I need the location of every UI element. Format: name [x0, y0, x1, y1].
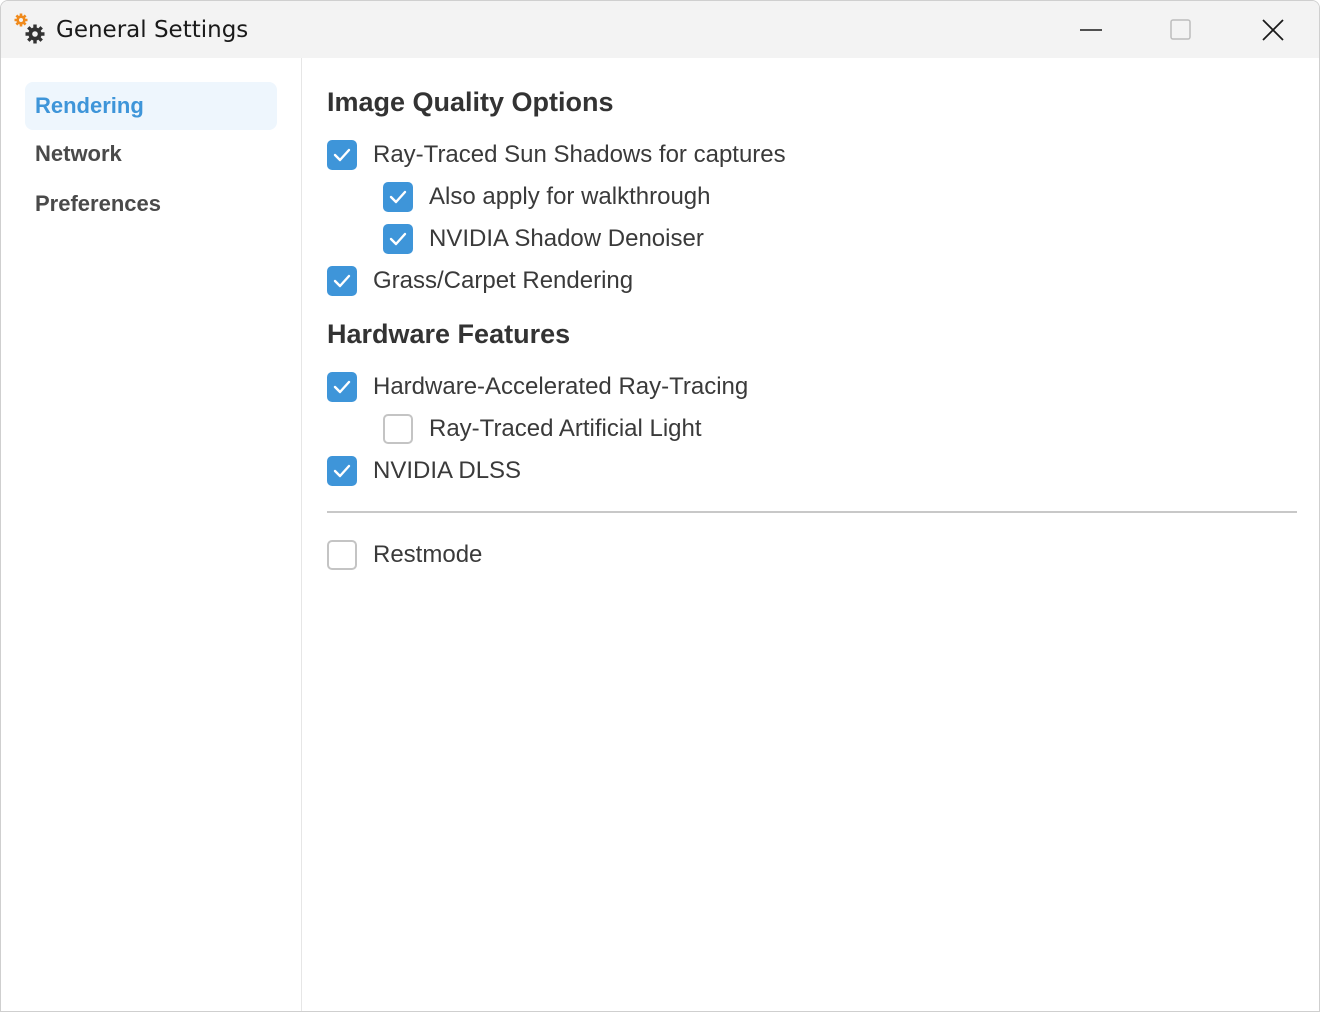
gears-icon: [13, 13, 47, 45]
minimize-button[interactable]: [1045, 1, 1137, 58]
checkbox[interactable]: [327, 456, 357, 486]
option-hardware-ray-tracing[interactable]: Hardware-Accelerated Ray-Tracing: [327, 372, 827, 404]
option-label: Restmode: [373, 541, 483, 568]
option-ray-traced-artificial-light[interactable]: Ray-Traced Artificial Light: [383, 414, 783, 446]
checkmark-icon: [333, 380, 351, 394]
option-label: NVIDIA DLSS: [373, 457, 522, 484]
option-also-apply-walkthrough[interactable]: Also apply for walkthrough: [383, 182, 783, 214]
checkmark-icon: [389, 190, 407, 204]
option-label: Ray-Traced Artificial Light: [429, 415, 702, 442]
option-label: NVIDIA Shadow Denoiser: [429, 225, 704, 252]
checkbox[interactable]: [327, 540, 357, 570]
checkmark-icon: [389, 232, 407, 246]
checkbox[interactable]: [327, 372, 357, 402]
checkbox[interactable]: [383, 182, 413, 212]
option-nvidia-shadow-denoiser[interactable]: NVIDIA Shadow Denoiser: [383, 224, 783, 256]
option-label: Grass/Carpet Rendering: [373, 267, 634, 294]
option-label: Hardware-Accelerated Ray-Tracing: [373, 373, 749, 400]
checkmark-icon: [333, 148, 351, 162]
checkmark-icon: [333, 464, 351, 478]
section-title-image-quality: Image Quality Options: [327, 87, 614, 117]
option-grass-carpet-rendering[interactable]: Grass/Carpet Rendering: [327, 266, 727, 298]
title-bar[interactable]: General Settings: [1, 1, 1319, 58]
option-ray-traced-sun-shadows[interactable]: Ray-Traced Sun Shadows for captures: [327, 140, 827, 172]
close-button[interactable]: [1227, 1, 1319, 58]
checkbox[interactable]: [327, 140, 357, 170]
sidebar-nav: Rendering Network Preferences: [1, 58, 302, 1011]
checkbox[interactable]: [327, 266, 357, 296]
divider: [327, 511, 1297, 513]
option-restmode[interactable]: Restmode: [327, 540, 627, 572]
option-nvidia-dlss[interactable]: NVIDIA DLSS: [327, 456, 627, 488]
settings-content: Image Quality Options Ray-Traced Sun Sha…: [303, 58, 1319, 1011]
sidebar-item-preferences[interactable]: Preferences: [25, 180, 277, 228]
option-label: Also apply for walkthrough: [429, 183, 711, 210]
settings-window: General Settings Rendering Network Prefe…: [0, 0, 1320, 1012]
sidebar-item-network[interactable]: Network: [25, 130, 277, 178]
maximize-button[interactable]: [1135, 1, 1227, 58]
option-label: Ray-Traced Sun Shadows for captures: [373, 141, 786, 168]
sidebar-item-rendering[interactable]: Rendering: [25, 82, 277, 130]
section-title-hardware-features: Hardware Features: [327, 319, 571, 349]
checkbox[interactable]: [383, 224, 413, 254]
window-title: General Settings: [56, 17, 249, 43]
checkmark-icon: [333, 274, 351, 288]
checkbox[interactable]: [383, 414, 413, 444]
